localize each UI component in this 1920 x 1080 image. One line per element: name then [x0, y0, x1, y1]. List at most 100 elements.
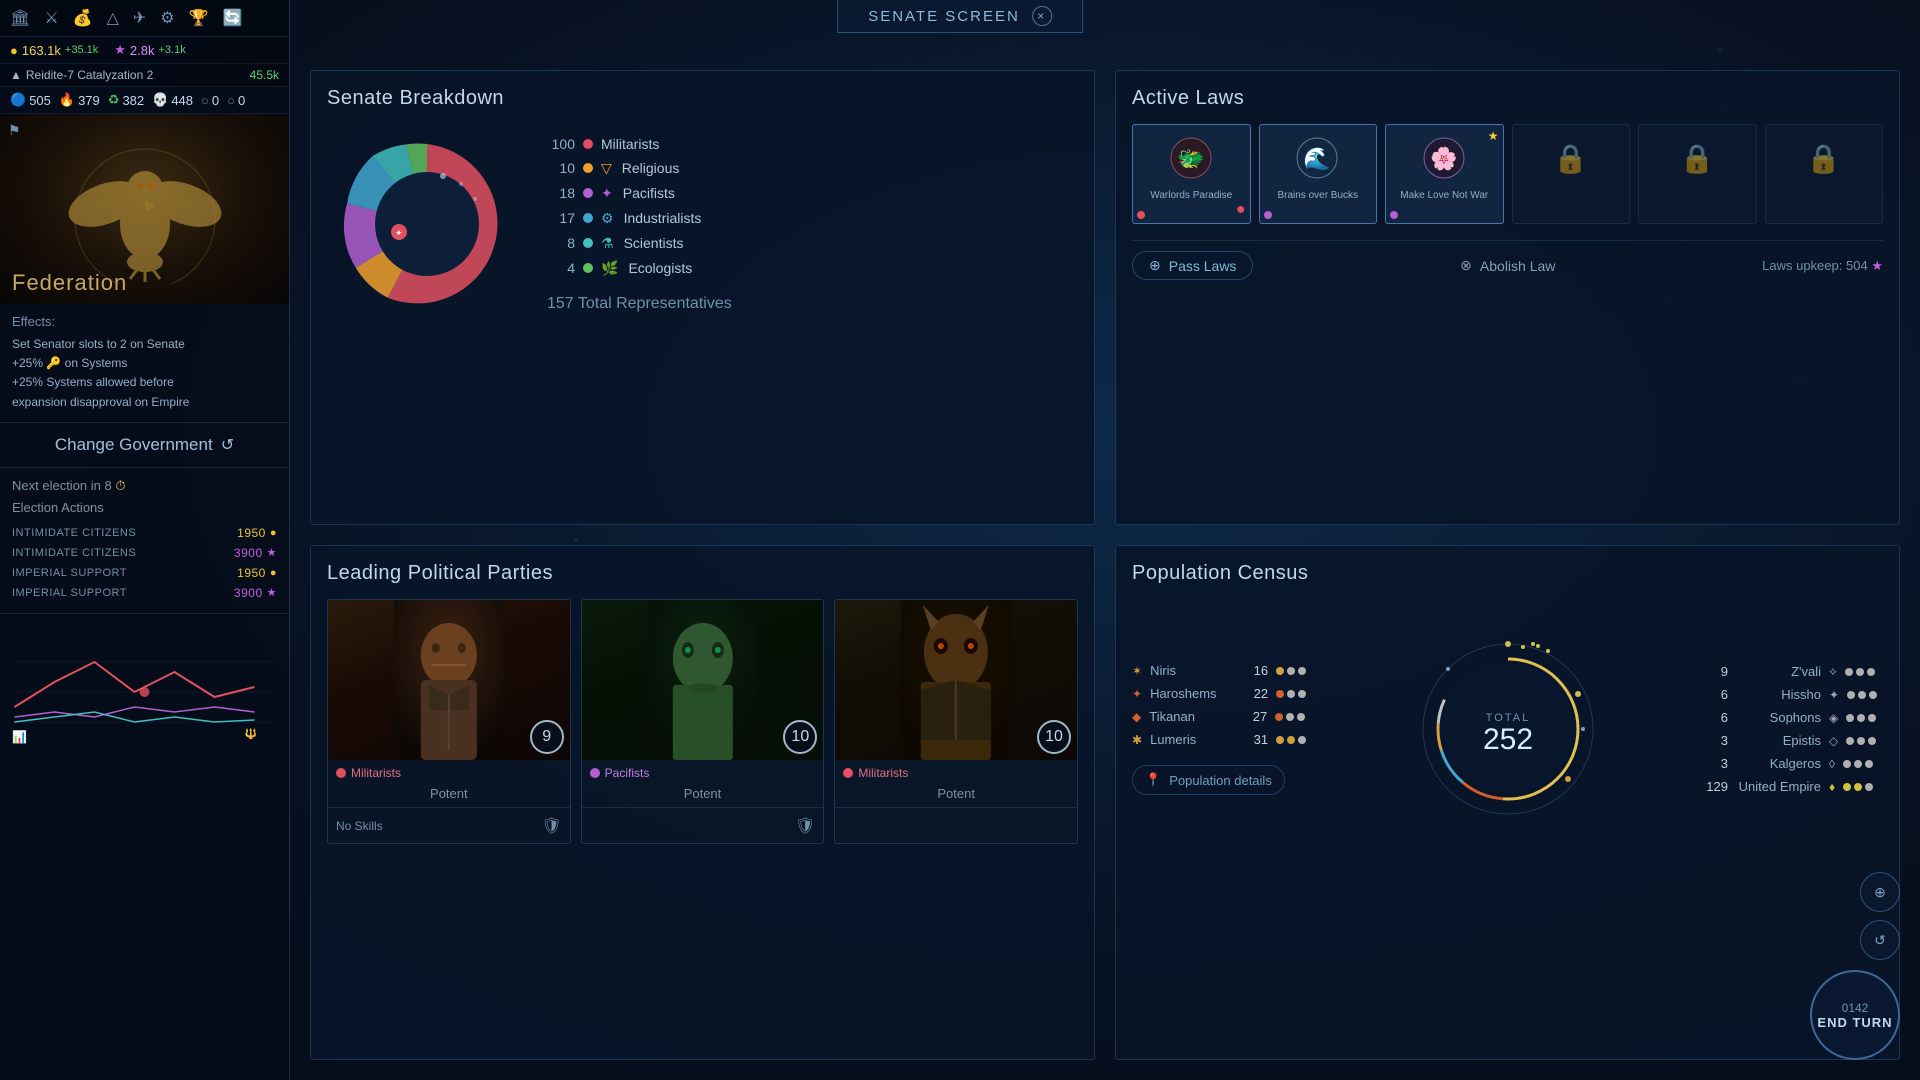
- laws-grid: 🐲 Warlords Paradise ● 🌊 Brains over Bu: [1132, 124, 1883, 224]
- action-row-2[interactable]: INTIMIDATE CITIZENS 3900 ★: [12, 543, 277, 563]
- census-content: ✶ Niris 16 ✦ Haroshems 22: [1132, 599, 1883, 859]
- chart-section: 🔱 📊: [0, 614, 289, 754]
- laws-footer: ⊕ Pass Laws ⊗ Abolish Law Laws upkeep: 5…: [1132, 240, 1883, 280]
- religious-icon: ▽: [601, 160, 612, 177]
- census-title: Population Census: [1132, 562, 1883, 585]
- legend-militarists: 100 Militarists: [547, 136, 732, 152]
- niris-dot-3: [1298, 667, 1306, 675]
- change-govt-icon: ↺: [221, 435, 234, 455]
- faction-emblem-svg: [65, 134, 225, 284]
- party-1-rank: 9: [530, 720, 564, 754]
- law-card-warlords[interactable]: 🐲 Warlords Paradise ●: [1132, 124, 1251, 224]
- city-icon[interactable]: 🏛: [10, 8, 30, 28]
- senate-legend: 100 Militarists 10 ▽ Religious 18 ✦ Paci…: [547, 136, 732, 313]
- party-card-3[interactable]: 10 Militarists Potent: [834, 599, 1078, 844]
- abolish-law-button[interactable]: ⊗ Abolish Law: [1460, 257, 1555, 274]
- mini-button-2[interactable]: ↺: [1860, 920, 1900, 960]
- gold-icon: ●: [10, 43, 18, 58]
- svg-text:252: 252: [1482, 723, 1532, 756]
- warlords-faction-dot: [1137, 211, 1145, 219]
- svg-text:🌊: 🌊: [1304, 146, 1331, 171]
- abolish-label: Abolish Law: [1480, 258, 1556, 274]
- senate-title-text: SENATE SCREEN: [868, 8, 1020, 25]
- action-row-4[interactable]: IMPERIAL SUPPORT 3900 ★: [12, 583, 277, 603]
- census-svg: TOTAL 252: [1418, 639, 1598, 819]
- reidite-val: 45.5k: [250, 68, 279, 82]
- party-3-skills: [835, 807, 1077, 843]
- influence-icon: ★: [114, 42, 126, 58]
- ue-dots: [1843, 783, 1873, 791]
- party-1-portrait: 9: [328, 600, 570, 760]
- effects-label: Effects:: [12, 314, 277, 329]
- action-2-amount: 3900: [234, 546, 263, 560]
- svg-text:🌸: 🌸: [1430, 146, 1457, 171]
- party-1-dot: [336, 768, 346, 778]
- status-zero2: ○ 0: [227, 92, 245, 108]
- census-united-empire: 129 United Empire ♦: [1703, 779, 1883, 794]
- pass-laws-button[interactable]: ⊕ Pass Laws: [1132, 251, 1253, 280]
- action-2-label: INTIMIDATE CITIZENS: [12, 547, 136, 559]
- law-card-makelove[interactable]: ★ 🌸 Make Love Not War: [1385, 124, 1504, 224]
- refresh-icon[interactable]: 🔄: [223, 8, 243, 28]
- action-row-3[interactable]: IMPERIAL SUPPORT 1950 ●: [12, 563, 277, 583]
- epistis-icon: ◇: [1829, 734, 1838, 748]
- status-skull: 💀 448: [152, 92, 193, 108]
- zero1-val: 0: [212, 93, 219, 108]
- action-1-amount: 1950: [237, 526, 266, 540]
- status-fire: 🔥 379: [59, 92, 100, 108]
- lock-icon-2: 🔒: [1680, 133, 1715, 183]
- legend-religious: 10 ▽ Religious: [547, 160, 732, 177]
- action-3-amount: 1950: [237, 566, 266, 580]
- blue-val: 505: [29, 93, 51, 108]
- bottom-right-buttons: ⊕ ↺: [1860, 872, 1900, 960]
- mini-button-1[interactable]: ⊕: [1860, 872, 1900, 912]
- zero2-icon: ○: [227, 93, 235, 108]
- close-button[interactable]: ×: [1032, 6, 1052, 26]
- war-icon[interactable]: ⚔: [44, 8, 58, 28]
- haroshems-dot-2: [1287, 690, 1295, 698]
- lumeris-dot-1: [1276, 736, 1284, 744]
- ecologists-dot: [583, 263, 593, 273]
- science-icon[interactable]: △: [107, 8, 119, 28]
- skull-icon: 💀: [152, 92, 168, 108]
- tikanan-dot-1: [1275, 713, 1283, 721]
- zvali-dots: [1845, 668, 1875, 676]
- laws-upkeep: Laws upkeep: 504 ★: [1762, 258, 1883, 274]
- end-turn-button[interactable]: 0142 END TURN: [1810, 970, 1900, 1060]
- pacifists-dot: [583, 188, 593, 198]
- lumeris-dot-2: [1287, 736, 1295, 744]
- population-details-button[interactable]: 📍 Population details: [1132, 765, 1285, 795]
- makelove-icon: 🌸: [1422, 133, 1467, 183]
- pin-icon: 📍: [1145, 772, 1161, 788]
- party-card-1[interactable]: 9 Militarists Potent No Skills 🛡: [327, 599, 571, 844]
- haroshems-icon: ✦: [1132, 687, 1142, 701]
- abolish-x-icon: ⊗: [1460, 257, 1472, 274]
- lock-icon-3: 🔒: [1806, 133, 1841, 183]
- party-1-skills-label: No Skills: [336, 819, 383, 833]
- election-actions-label: Election Actions: [12, 500, 277, 515]
- party-cards: 9 Militarists Potent No Skills 🛡: [327, 599, 1078, 844]
- lumeris-dots: [1276, 736, 1306, 744]
- active-laws-panel: Active Laws 🐲 Warlords Paradise ●: [1115, 70, 1900, 525]
- election-next-label: Next election in 8 ⏱: [12, 478, 277, 494]
- action-3-gold-icon: ●: [270, 567, 277, 579]
- fleet-icon[interactable]: ✈: [133, 8, 146, 28]
- settings-icon[interactable]: ⚙: [160, 8, 174, 28]
- action-row-1[interactable]: INTIMIDATE CITIZENS 1950 ●: [12, 523, 277, 543]
- victory-icon[interactable]: 🏆: [189, 8, 209, 28]
- haroshems-dot-1: [1276, 690, 1284, 698]
- religious-dot: [583, 163, 593, 173]
- change-government-button[interactable]: Change Government ↺: [0, 423, 289, 468]
- party-2-dot: [590, 768, 600, 778]
- svg-text:✦: ✦: [395, 228, 403, 238]
- action-4-influence-icon: ★: [267, 586, 277, 599]
- donut-chart: ✦: [327, 124, 527, 324]
- gold-amount: 163.1k: [22, 43, 61, 58]
- status-blue: 🔵 505: [10, 92, 51, 108]
- economy-icon[interactable]: 💰: [73, 8, 93, 28]
- industrialists-dot: [583, 213, 593, 223]
- fire-val: 379: [78, 93, 100, 108]
- party-card-2[interactable]: 10 Pacifists Potent 🛡: [581, 599, 825, 844]
- scientists-dot: [583, 238, 593, 248]
- law-card-brains[interactable]: 🌊 Brains over Bucks: [1259, 124, 1378, 224]
